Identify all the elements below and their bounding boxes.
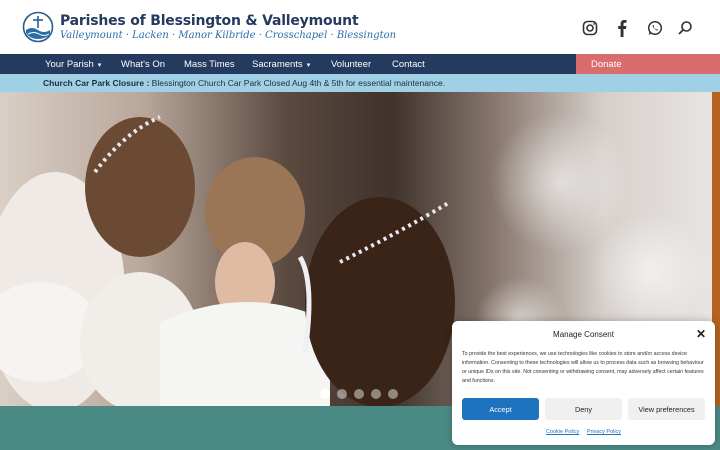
slider-dot-5[interactable] [388, 389, 398, 399]
nav-item-your-parish[interactable]: Your Parish ▾ [45, 59, 101, 70]
facebook-icon[interactable] [611, 17, 633, 39]
slider-dot-3[interactable] [354, 389, 364, 399]
nav-item-contact[interactable]: Contact [392, 59, 425, 70]
alert-message: Blessington Church Car Park Closed Aug 4… [151, 78, 446, 88]
slider-dot-1[interactable] [320, 389, 330, 399]
site-header: Parishes of Blessington & Valleymount Va… [0, 0, 720, 54]
nav-item-label: Contact [392, 59, 425, 70]
alert-title: Church Car Park Closure : [43, 78, 150, 88]
instagram-icon[interactable] [579, 17, 601, 39]
consent-text: To provide the best experiences, we use … [462, 351, 704, 384]
nav-item-label: Your Parish [45, 59, 94, 70]
deny-button[interactable]: Deny [545, 398, 622, 420]
slider-dots [320, 389, 398, 399]
accept-button[interactable]: Accept [462, 398, 539, 420]
cookie-consent-dialog: Manage Consent ✕ To provide the best exp… [452, 321, 715, 445]
slider-dot-2[interactable] [337, 389, 347, 399]
nav-item-volunteer[interactable]: Volunteer [331, 59, 371, 70]
site-title[interactable]: Parishes of Blessington & Valleymount [60, 13, 359, 29]
nav-item-sacraments[interactable]: Sacraments ▾ [252, 59, 310, 70]
main-nav: Your Parish ▾ What's On Mass Times Sacram… [22, 54, 576, 74]
chevron-down-icon: ▾ [97, 62, 102, 69]
chevron-down-icon: ▾ [306, 62, 311, 69]
view-preferences-button[interactable]: View preferences [628, 398, 705, 420]
whatsapp-icon[interactable] [644, 17, 666, 39]
nav-item-label: Sacraments [252, 59, 303, 70]
close-icon[interactable]: ✕ [696, 327, 706, 341]
alert-bar[interactable]: Church Car Park Closure : Blessington Ch… [0, 74, 720, 92]
donate-button[interactable]: Donate [576, 54, 720, 74]
consent-links: Cookie Policy Privacy Policy [452, 429, 715, 435]
search-icon[interactable] [674, 17, 696, 39]
nav-item-label: Volunteer [331, 59, 372, 70]
cookie-policy-link[interactable]: Cookie Policy [546, 429, 579, 435]
privacy-policy-link[interactable]: Privacy Policy [587, 429, 621, 435]
nav-item-label: What's On [121, 59, 166, 70]
nav-item-whats-on[interactable]: What's On [121, 59, 165, 70]
nav-bar-edge [0, 54, 22, 74]
nav-item-mass-times[interactable]: Mass Times [184, 59, 235, 70]
consent-title: Manage Consent [553, 330, 614, 339]
parish-logo[interactable] [22, 11, 54, 43]
site-tagline: Valleymount · Lacken · Manor Kilbride · … [60, 30, 397, 41]
nav-item-label: Mass Times [184, 59, 235, 70]
slider-dot-4[interactable] [371, 389, 381, 399]
